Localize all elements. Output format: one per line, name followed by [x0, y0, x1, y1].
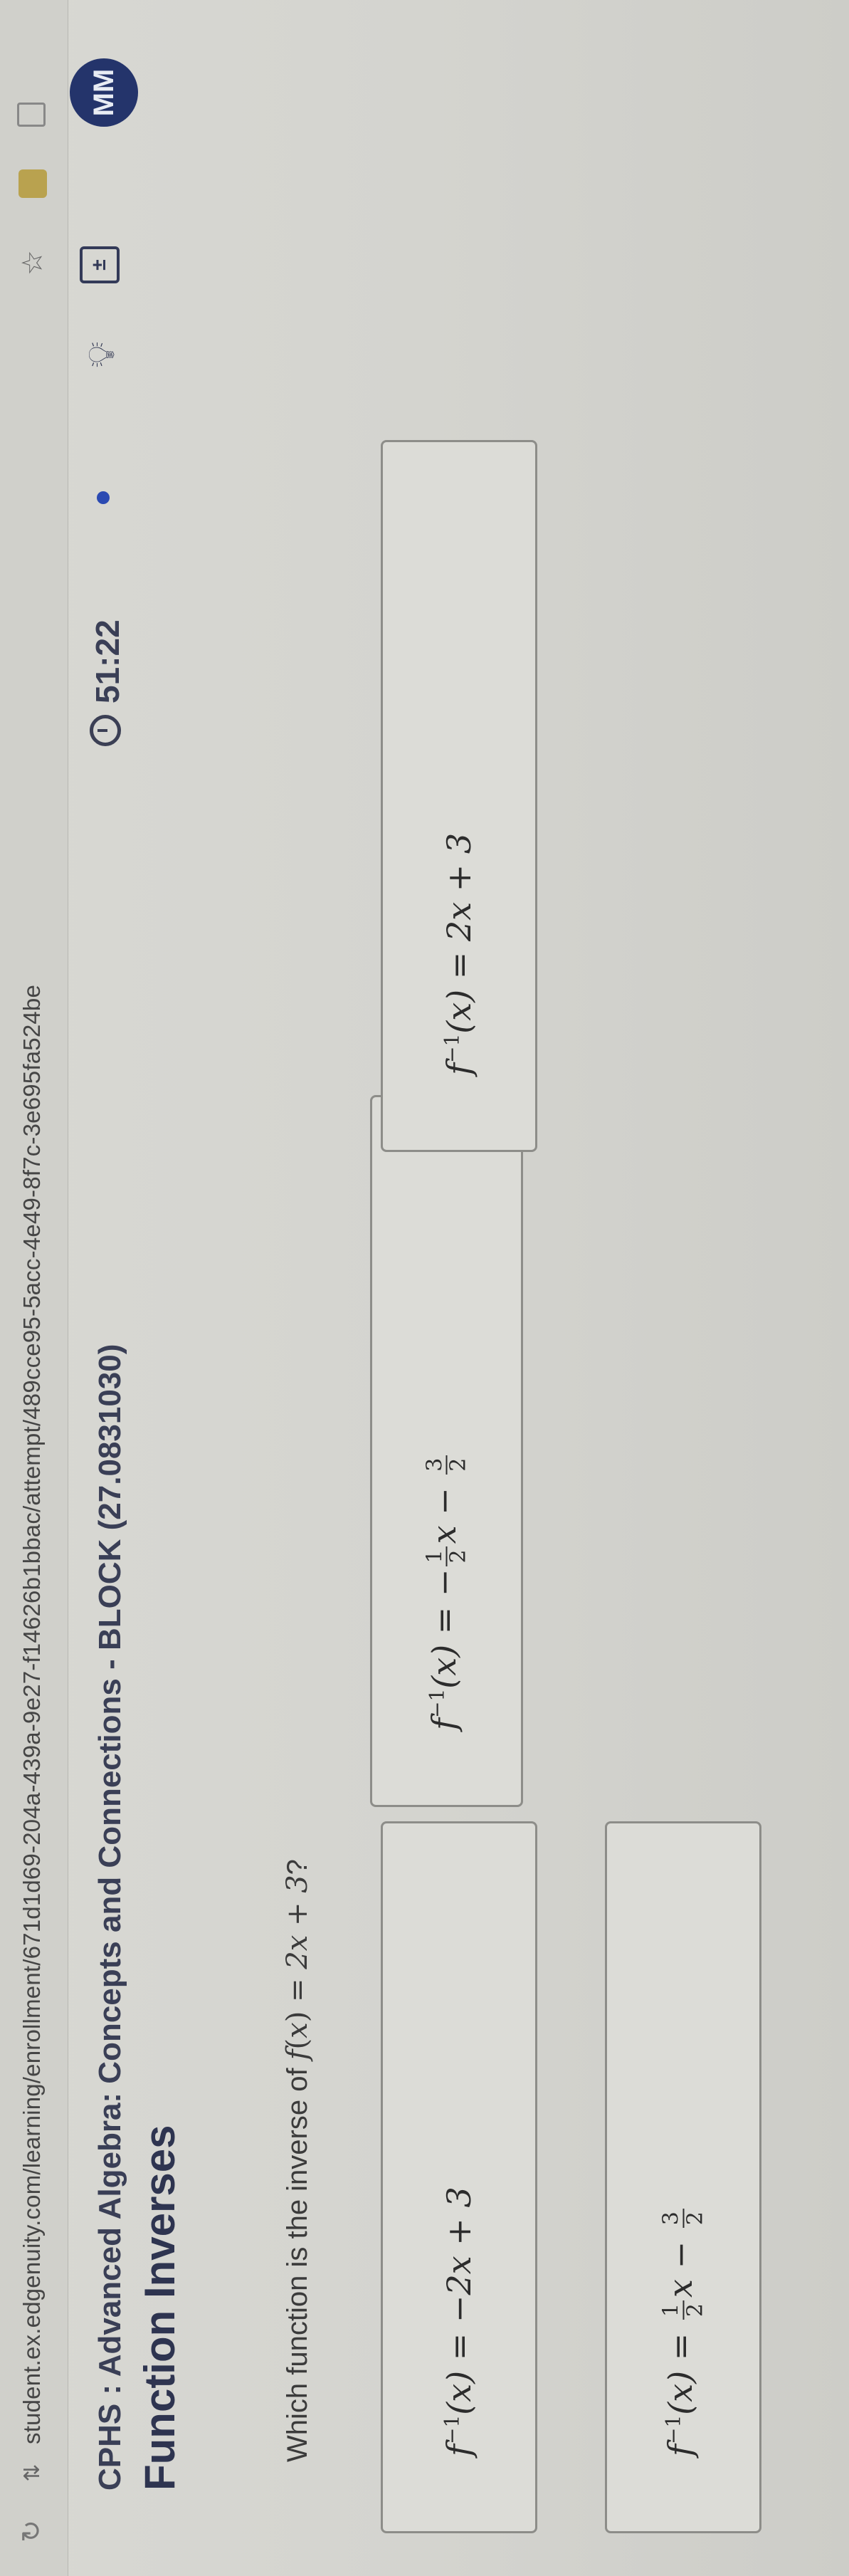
- choice-inverse-sup: −1: [425, 1688, 449, 1718]
- lightbulb-icon[interactable]: 💡︎: [80, 337, 124, 372]
- screenshot-canvas: ↻ ⇅ student.ex.edgenuity.com/learning/en…: [0, 0, 849, 2576]
- fraction-numerator: 3: [422, 1455, 448, 1475]
- fraction-denominator: 2: [682, 2303, 707, 2318]
- extension-icon[interactable]: [19, 169, 47, 198]
- site-info-icon[interactable]: ⇅: [19, 2459, 47, 2487]
- question-prompt: Which function is the inverse of f(x) = …: [281, 1859, 314, 2462]
- answer-choice-b-text: f−1(x) = −1 2 x − 32: [422, 1452, 471, 1730]
- page: ↻ ⇅ student.ex.edgenuity.com/learning/en…: [0, 0, 849, 2576]
- choice-rhs-mid: x −: [424, 1477, 463, 1544]
- choice-arg: (x) =: [661, 2323, 700, 2415]
- question-prompt-text: Which function is the inverse of: [282, 2068, 313, 2462]
- question-function: f(x) = 2x + 3: [281, 1875, 314, 2061]
- fraction-one-half: 12: [422, 1546, 471, 1566]
- choice-func-name: f: [424, 1717, 463, 1730]
- choice-inverse-sup: −1: [661, 2414, 685, 2444]
- course-title: CPHS : Advanced Algebra: Concepts and Co…: [93, 1344, 127, 2491]
- star-icon[interactable]: ☆: [16, 246, 50, 280]
- question-suffix: ?: [282, 1859, 313, 1875]
- answer-choice-d-text: f−1(x) = 12x − 32: [659, 2206, 707, 2456]
- fraction-three-halves: 32: [659, 2209, 707, 2229]
- answer-choice-c-text: f−1(x) = 2x + 3: [440, 833, 478, 1075]
- fraction-numerator: 1: [659, 2300, 684, 2320]
- answer-choice-d[interactable]: f−1(x) = 12x − 32: [605, 1821, 761, 2533]
- question-function-name: f: [281, 2049, 314, 2061]
- avatar[interactable]: MM: [70, 58, 138, 127]
- choice-arg: (x) =: [424, 1596, 463, 1689]
- timer-icon: [90, 715, 121, 746]
- fraction-numerator: 3: [659, 2209, 684, 2229]
- fraction-denominator: 2: [682, 2211, 707, 2226]
- choice-arg: (x) =: [440, 941, 478, 1034]
- reload-icon[interactable]: ↻: [16, 2515, 48, 2548]
- answer-choice-a[interactable]: f−1(x) = −2x + 3: [381, 1821, 537, 2533]
- choice-inverse-sup: −1: [440, 2414, 464, 2444]
- fraction-one-half: 12: [659, 2300, 707, 2320]
- choice-rhs: 2x + 3: [440, 832, 478, 942]
- fraction-three-halves: 32: [422, 1455, 471, 1475]
- choice-func-name: f: [661, 2444, 700, 2456]
- address-bar-url[interactable]: student.ex.edgenuity.com/learning/enroll…: [19, 985, 46, 2444]
- choice-rhs: −2x + 3: [440, 2187, 478, 2323]
- timer-text: 51:22: [89, 619, 126, 703]
- choice-func-name: f: [440, 1062, 478, 1075]
- answer-choice-a-text: f−1(x) = −2x + 3: [440, 2187, 478, 2456]
- choice-func-name: f: [440, 2444, 478, 2456]
- lesson-title: Function Inverses: [136, 2125, 184, 2491]
- choice-arg: (x) =: [440, 2323, 478, 2415]
- progress-dot: [97, 491, 110, 504]
- browser-bar: ↻ ⇅ student.ex.edgenuity.com/learning/en…: [0, 0, 68, 2576]
- question-function-rhs: 2x + 3: [281, 1875, 314, 1969]
- answer-choice-b[interactable]: f−1(x) = −1 2 x − 32: [370, 1095, 523, 1807]
- fraction-denominator: 2: [445, 1457, 471, 1472]
- answer-choice-c[interactable]: f−1(x) = 2x + 3: [381, 440, 537, 1152]
- choice-rhs-prefix: −: [424, 1569, 463, 1597]
- fraction-numerator: 1: [422, 1546, 448, 1566]
- question-function-var: x: [281, 2022, 314, 2038]
- choice-rhs-mid: x −: [661, 2231, 700, 2298]
- choice-inverse-sup: −1: [440, 1033, 464, 1063]
- window-icon[interactable]: [17, 103, 46, 127]
- calculator-icon[interactable]: ±: [80, 246, 120, 283]
- fraction-denominator: 2: [445, 1549, 471, 1564]
